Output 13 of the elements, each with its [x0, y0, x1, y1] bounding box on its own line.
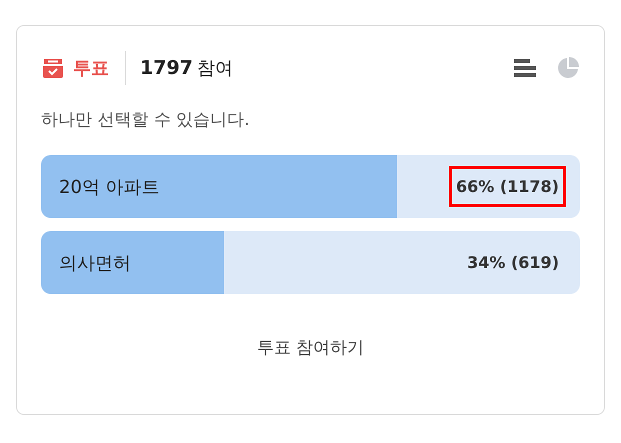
- poll-label: 투표: [73, 57, 109, 80]
- option-bar[interactable]: 20억 아파트 66% (1178): [41, 155, 580, 218]
- bar-view-icon[interactable]: [514, 57, 536, 79]
- result-text: 34% (619): [466, 252, 560, 274]
- participant-count: 1797: [140, 57, 193, 79]
- participant-label: 참여: [196, 57, 233, 80]
- option-bar[interactable]: 의사면허 34% (619): [41, 231, 580, 294]
- vote-button[interactable]: 투표 참여하기: [246, 330, 374, 365]
- instruction-text: 하나만 선택할 수 있습니다.: [41, 109, 251, 131]
- result-text: 66% (1178): [448, 166, 566, 207]
- option-label: 의사면허: [59, 252, 131, 274]
- ballot-box-icon: [41, 57, 65, 79]
- option-label: 20억 아파트: [59, 176, 160, 198]
